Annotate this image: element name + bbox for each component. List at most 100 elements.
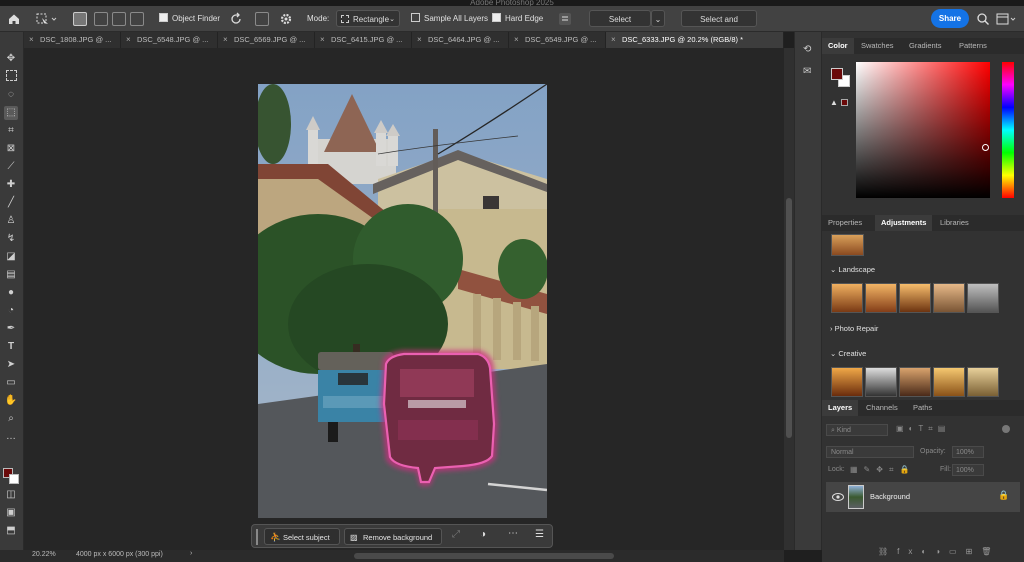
tab-adjustments[interactable]: Adjustments (875, 215, 933, 231)
tab-properties[interactable]: Properties (822, 215, 868, 231)
layer-kind-filter[interactable]: ⌕ Kind (826, 424, 888, 436)
adjustment-preset-thumb[interactable] (831, 234, 864, 256)
more-options-icon[interactable]: ⋯ (508, 528, 518, 539)
add-to-selection-icon[interactable] (94, 12, 108, 26)
remove-background-button[interactable]: ▨ Remove background (344, 528, 442, 545)
drag-handle[interactable] (256, 529, 258, 545)
preset-thumb[interactable] (899, 367, 931, 397)
horizontal-scrollbar[interactable] (354, 553, 614, 559)
fill-input[interactable]: 100% (952, 464, 984, 476)
zoom-tool-icon[interactable]: ⌕ (4, 412, 18, 426)
blend-mode-select[interactable]: Normal (826, 446, 914, 458)
preset-thumb[interactable] (933, 283, 965, 313)
preset-thumb[interactable] (865, 367, 897, 397)
document-info[interactable]: 4000 px x 6000 px (300 ppi) (76, 551, 163, 558)
mode-dropdown[interactable]: Rectangle ⌄ (336, 10, 400, 27)
select-subject-button[interactable]: Select Subject (589, 10, 651, 41)
gradient-tool-icon[interactable]: ▤ (4, 268, 18, 282)
chevron-right-icon[interactable]: › (190, 550, 192, 557)
crop-tool-icon[interactable]: ⌗ (4, 124, 18, 138)
healing-brush-icon[interactable]: ✚ (4, 178, 18, 192)
select-subject-button[interactable]: ⛹ Select subject (264, 528, 340, 545)
clone-stamp-icon[interactable]: ♙ (4, 214, 18, 228)
vertical-scrollbar[interactable] (784, 48, 794, 550)
document-image[interactable] (258, 84, 547, 518)
search-icon[interactable] (976, 12, 990, 26)
foreground-color-swatch[interactable] (831, 68, 843, 80)
document-tab[interactable]: × DSC_6549.JPG @ ... (509, 32, 606, 48)
tab-gradients[interactable]: Gradients (903, 38, 948, 54)
tab-channels[interactable]: Channels (860, 400, 904, 416)
object-selection-tool-icon[interactable]: ⬚ (4, 106, 18, 120)
tab-color[interactable]: Color (822, 38, 854, 54)
preset-thumb[interactable] (831, 283, 863, 313)
layer-filter-icons[interactable]: ▣◐T⌗▤ (896, 424, 996, 436)
zoom-level[interactable]: 20.22% (32, 551, 56, 558)
preset-thumb[interactable] (865, 283, 897, 313)
eyedropper-tool-icon[interactable]: ⟋ (4, 160, 18, 174)
gamut-color-swatch[interactable] (841, 99, 848, 106)
new-selection-icon[interactable] (73, 12, 87, 26)
settings-sliders-icon[interactable]: ☰ (535, 529, 544, 540)
close-icon[interactable]: × (29, 32, 34, 48)
eraser-tool-icon[interactable]: ◪ (4, 250, 18, 264)
quick-mask-icon[interactable]: ◫ (4, 488, 18, 502)
object-finder-checkbox[interactable] (159, 13, 168, 23)
select-subject-dropdown[interactable]: ⌄ (651, 10, 665, 27)
show-all-objects-icon[interactable] (255, 12, 269, 26)
tab-layers[interactable]: Layers (822, 400, 859, 416)
preset-thumb[interactable] (899, 283, 931, 313)
sample-all-layers-checkbox[interactable] (411, 13, 420, 23)
object-selection-tool-icon[interactable] (36, 12, 58, 26)
brush-tool-icon[interactable]: ╱ (4, 196, 18, 210)
more-tools-icon[interactable]: … (4, 430, 18, 444)
preset-thumb[interactable] (967, 283, 999, 313)
blur-tool-icon[interactable]: ● (4, 286, 18, 300)
dodge-tool-icon[interactable]: ◔ (4, 304, 18, 318)
document-tab[interactable]: × DSC_1808.JPG @ ... (24, 32, 121, 48)
lock-icon[interactable]: 🔒 (998, 490, 1009, 501)
move-tool-icon[interactable]: ✥ (4, 52, 18, 66)
color-picker-field[interactable] (856, 62, 990, 198)
close-icon[interactable]: × (514, 32, 519, 48)
visibility-eye-icon[interactable] (832, 492, 844, 502)
transform-icon[interactable]: ⤢ (452, 529, 460, 540)
intersect-selection-icon[interactable] (130, 12, 144, 26)
section-creative[interactable]: ⌄ Creative (830, 349, 866, 358)
close-icon[interactable]: × (223, 32, 228, 48)
document-tab-active[interactable]: × DSC_6333.JPG @ 20.2% (RGB/8) * (606, 32, 784, 48)
background-color-swatch[interactable] (9, 474, 19, 484)
comments-icon[interactable]: ✉ (803, 66, 811, 77)
object-finder-toggle[interactable]: Object Finder (159, 6, 220, 32)
close-icon[interactable]: × (126, 32, 131, 48)
rectangular-marquee-icon[interactable] (4, 70, 18, 84)
home-icon[interactable] (7, 12, 21, 26)
type-tool-icon[interactable]: T (4, 340, 18, 354)
layers-footer-icons[interactable]: ⛓fx◐◑▭⊞🗑 (878, 547, 1024, 559)
document-tab[interactable]: × DSC_6548.JPG @ ... (121, 32, 218, 48)
align-icon[interactable] (558, 12, 572, 26)
pen-tool-icon[interactable]: ✒ (4, 322, 18, 336)
preset-thumb[interactable] (933, 367, 965, 397)
subtract-from-selection-icon[interactable] (112, 12, 126, 26)
scroll-thumb[interactable] (786, 198, 792, 438)
history-icon[interactable]: ⟲ (803, 44, 811, 55)
history-brush-icon[interactable]: ↯ (4, 232, 18, 246)
select-and-mask-button[interactable]: Select and Mask... (681, 10, 757, 41)
adjustment-icon[interactable]: ◑ (480, 529, 486, 540)
gear-icon[interactable] (279, 12, 293, 26)
opacity-input[interactable]: 100% (952, 446, 984, 458)
hand-tool-icon[interactable]: ✋ (4, 394, 18, 408)
close-icon[interactable]: × (417, 32, 422, 48)
workspace-icon[interactable] (996, 12, 1018, 26)
edit-toolbar-icon[interactable]: ⬒ (4, 524, 18, 538)
filter-toggle-icon[interactable] (1002, 425, 1010, 433)
screen-mode-icon[interactable]: ▣ (4, 506, 18, 520)
layer-row[interactable]: Background 🔒 (826, 482, 1020, 512)
section-photo-repair[interactable]: › Photo Repair (830, 324, 878, 333)
preset-thumb[interactable] (967, 367, 999, 397)
document-tab[interactable]: × DSC_6464.JPG @ ... (412, 32, 509, 48)
path-selection-icon[interactable]: ➤ (4, 358, 18, 372)
color-picker-handle[interactable] (982, 144, 989, 151)
tab-libraries[interactable]: Libraries (934, 215, 975, 231)
